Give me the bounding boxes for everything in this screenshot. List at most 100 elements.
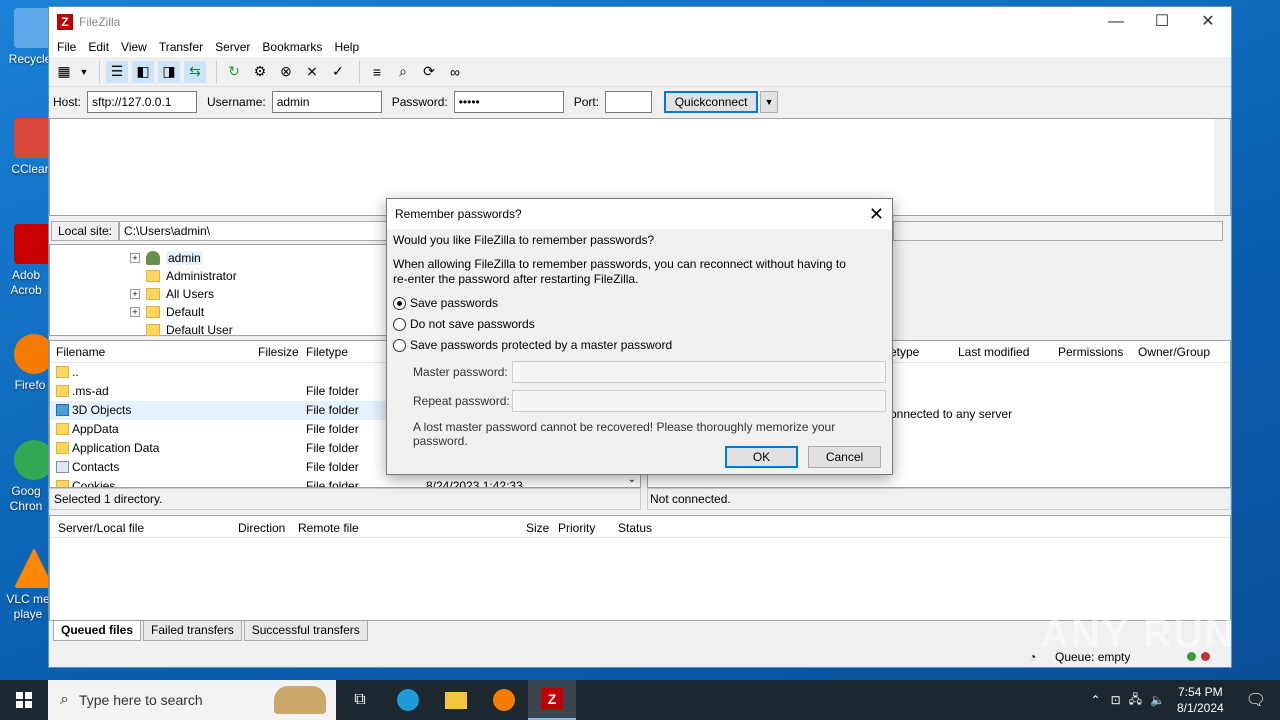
volume-icon[interactable]: 🔈 bbox=[1146, 693, 1169, 707]
expand-icon[interactable]: + bbox=[130, 289, 140, 299]
expand-icon[interactable]: + bbox=[130, 253, 140, 263]
col-server-local-file[interactable]: Server/Local file bbox=[58, 521, 144, 535]
network-icon[interactable]: 🖧 bbox=[1125, 690, 1146, 711]
message-log-scrollbar[interactable] bbox=[1214, 119, 1230, 215]
search-highlight-icon bbox=[274, 686, 326, 714]
col-size[interactable]: Size bbox=[526, 521, 549, 535]
dialog-close-icon[interactable]: ✕ bbox=[869, 199, 884, 229]
radio-selected-icon[interactable] bbox=[393, 296, 406, 310]
local-site-label: Local site: bbox=[51, 221, 120, 241]
process-queue-icon[interactable]: ⚙ bbox=[249, 61, 271, 83]
col-last-modified[interactable]: Last modified bbox=[958, 345, 1029, 359]
menu-file[interactable]: File bbox=[51, 40, 82, 54]
menu-server[interactable]: Server bbox=[209, 40, 256, 54]
refresh-icon[interactable]: ↻ bbox=[223, 61, 245, 83]
edge-icon[interactable] bbox=[384, 680, 432, 720]
repeat-password-field[interactable] bbox=[512, 390, 886, 412]
desktop-icon-vlc[interactable]: VLC me playe bbox=[0, 548, 54, 622]
search-files-icon[interactable]: ∞ bbox=[444, 61, 466, 83]
tray-chevron-up-icon[interactable]: ⌃ bbox=[1085, 693, 1107, 707]
cancel-button[interactable]: Cancel bbox=[808, 446, 881, 468]
menu-bookmarks[interactable]: Bookmarks bbox=[256, 40, 328, 54]
filezilla-taskbar-icon[interactable]: Z bbox=[528, 680, 576, 720]
host-label: Host: bbox=[53, 95, 82, 109]
file-explorer-icon[interactable] bbox=[432, 680, 480, 720]
toggle-remote-tree-icon[interactable]: ◨ bbox=[158, 60, 180, 83]
col-status[interactable]: Status bbox=[618, 521, 652, 535]
option-label: Save passwords bbox=[410, 296, 499, 310]
col-filetype[interactable]: Filetype bbox=[306, 345, 348, 359]
quickconnect-dropdown-icon[interactable]: ▼ bbox=[760, 91, 779, 113]
file-name: .ms-ad bbox=[72, 384, 109, 398]
directory-filter-icon[interactable]: ≡ bbox=[366, 61, 388, 83]
port-input[interactable] bbox=[605, 91, 653, 113]
tree-item[interactable]: + All Users bbox=[130, 285, 214, 303]
site-manager-dropdown-icon[interactable]: ▼ bbox=[79, 61, 89, 83]
option-master-password[interactable]: Save passwords protected by a master pas… bbox=[393, 335, 886, 355]
col-filename[interactable]: Filename bbox=[56, 345, 105, 359]
tab-failed-transfers[interactable]: Failed transfers bbox=[143, 621, 242, 641]
notifications-icon[interactable]: 🗨 bbox=[1232, 690, 1280, 710]
reconnect-icon[interactable]: ✓ bbox=[327, 61, 349, 83]
dir-compare-icon[interactable]: ⌕ bbox=[392, 61, 414, 83]
master-password-field[interactable] bbox=[512, 361, 886, 383]
desktop-icon-chrome[interactable]: Goog Chron bbox=[0, 440, 54, 514]
radio-icon[interactable] bbox=[393, 317, 406, 331]
dialog-title-bar: Remember passwords? ✕ bbox=[387, 199, 892, 229]
col-filetype[interactable]: etype bbox=[890, 345, 919, 359]
desktop-icon-firefox[interactable]: Firefo bbox=[0, 334, 54, 393]
menu-edit[interactable]: Edit bbox=[82, 40, 115, 54]
menu-transfer[interactable]: Transfer bbox=[153, 40, 209, 54]
expand-icon[interactable]: + bbox=[130, 307, 140, 317]
toggle-message-log-icon[interactable]: ☰ bbox=[106, 60, 128, 83]
desktop-icon-acrobat[interactable]: Adob Acrob bbox=[0, 224, 54, 298]
menu-help[interactable]: Help bbox=[328, 40, 365, 54]
contacts-icon bbox=[56, 461, 69, 473]
col-remote-file[interactable]: Remote file bbox=[298, 521, 359, 535]
username-input[interactable] bbox=[271, 91, 382, 113]
sync-browsing-icon[interactable]: ⟳ bbox=[418, 61, 440, 83]
file-name: AppData bbox=[72, 422, 119, 436]
ok-button[interactable]: OK bbox=[725, 446, 798, 468]
maximize-button[interactable]: ☐ bbox=[1139, 7, 1185, 37]
close-button[interactable]: ✕ bbox=[1185, 7, 1231, 37]
toolbar-separator bbox=[99, 60, 100, 83]
desktop-icon-recycle-bin[interactable]: Recycle bbox=[0, 8, 54, 67]
disconnect-icon[interactable]: ⨯ bbox=[301, 61, 323, 83]
firefox-taskbar-icon[interactable] bbox=[480, 680, 528, 720]
tree-item[interactable]: + admin bbox=[130, 249, 203, 267]
toggle-local-tree-icon[interactable]: ◧ bbox=[132, 60, 154, 83]
host-input[interactable] bbox=[87, 91, 198, 113]
task-view-icon[interactable]: ⧉ bbox=[336, 680, 384, 720]
radio-icon[interactable] bbox=[393, 338, 406, 352]
list-item[interactable]: Cookies File folder 8/24/2023 1:42:33 bbox=[50, 477, 640, 487]
tree-item[interactable]: + Default bbox=[130, 303, 204, 321]
toggle-queue-icon[interactable]: ⇆ bbox=[184, 60, 206, 83]
windows-icon bbox=[16, 692, 32, 708]
col-permissions[interactable]: Permissions bbox=[1058, 345, 1123, 359]
quickconnect-button[interactable]: Quickconnect bbox=[664, 91, 759, 113]
site-manager-icon[interactable]: ▦ bbox=[53, 61, 75, 83]
scroll-down-icon[interactable]: ⌄ bbox=[628, 474, 636, 485]
file-name: Contacts bbox=[72, 460, 120, 474]
start-button[interactable] bbox=[0, 680, 48, 720]
option-do-not-save[interactable]: Do not save passwords bbox=[393, 314, 886, 334]
minimize-button[interactable]: — bbox=[1093, 7, 1139, 37]
col-filesize[interactable]: Filesize bbox=[258, 345, 299, 359]
tab-successful-transfers[interactable]: Successful transfers bbox=[243, 621, 368, 641]
col-priority[interactable]: Priority bbox=[558, 521, 595, 535]
tree-item[interactable]: Default User bbox=[146, 321, 233, 339]
password-input[interactable] bbox=[453, 91, 564, 113]
taskbar-search[interactable]: ⌕ Type here to search bbox=[48, 680, 336, 720]
tree-item[interactable]: Administrator bbox=[146, 267, 237, 285]
desktop-icon-ccleaner[interactable]: CClear bbox=[0, 118, 54, 177]
tray-device-icon[interactable]: ⊡ bbox=[1107, 693, 1125, 707]
col-owner-group[interactable]: Owner/Group bbox=[1138, 345, 1210, 359]
tab-queued-files[interactable]: Queued files bbox=[53, 621, 142, 641]
clock[interactable]: 7:54 PM 8/1/2024 bbox=[1169, 684, 1232, 716]
col-direction[interactable]: Direction bbox=[238, 521, 285, 535]
menu-view[interactable]: View bbox=[115, 40, 153, 54]
option-save-passwords[interactable]: Save passwords bbox=[393, 293, 886, 313]
cancel-operation-icon[interactable]: ⊗ bbox=[275, 61, 297, 83]
remote-site-path[interactable] bbox=[893, 221, 1223, 241]
